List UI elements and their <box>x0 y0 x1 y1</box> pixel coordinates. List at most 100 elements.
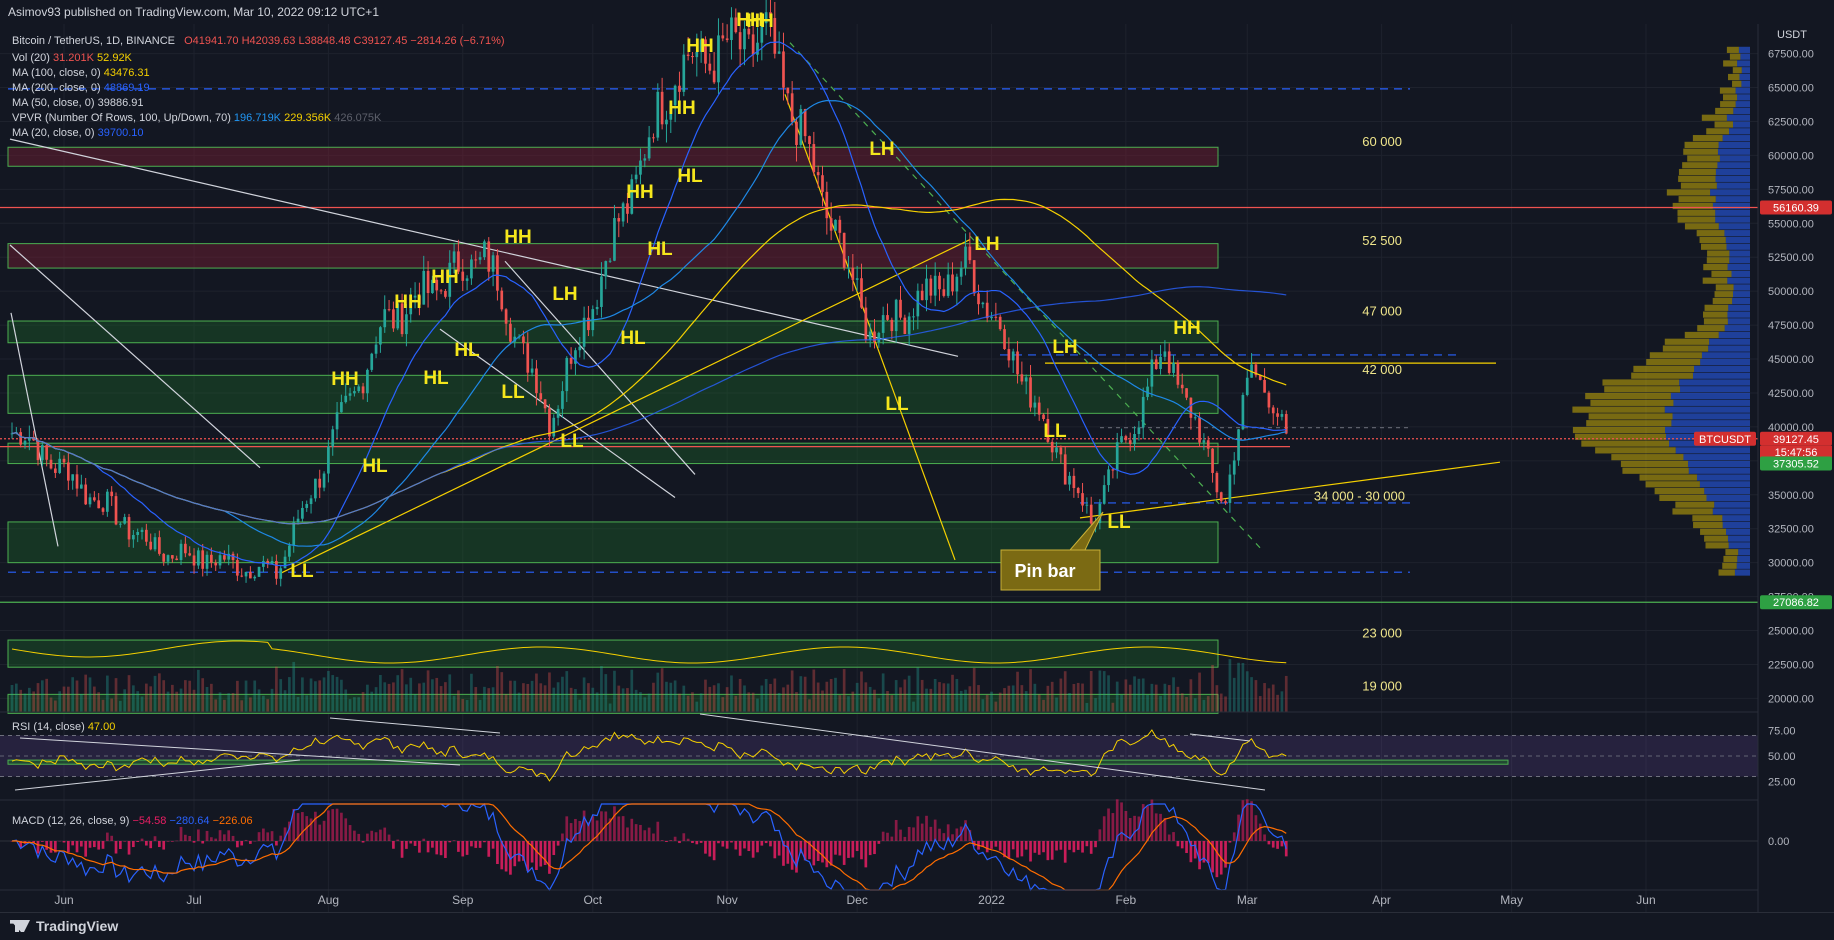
candle-body <box>1172 362 1175 373</box>
vpvr-up-bar <box>1738 46 1750 53</box>
candle-body <box>873 331 876 343</box>
volume-bar <box>71 677 75 712</box>
candle-body <box>933 275 937 296</box>
annotation-hl: HL <box>423 368 449 389</box>
volume-bar <box>201 678 205 712</box>
volume-bar <box>760 685 764 712</box>
candle-body <box>1029 377 1032 408</box>
candle-body <box>136 531 140 536</box>
candle-body <box>890 319 894 332</box>
volume-bar <box>405 684 408 712</box>
volume-bar <box>53 700 57 712</box>
macd-hist-bar <box>912 827 915 841</box>
volume-bar <box>574 689 577 712</box>
volume-bar <box>665 681 668 712</box>
volume-bar <box>998 692 1002 712</box>
volume-bar <box>292 661 296 712</box>
vpvr-down-bar <box>1639 474 1697 481</box>
macd-hist-bar <box>890 836 894 841</box>
volume-bar <box>400 669 404 712</box>
candle-body <box>621 203 625 222</box>
vpvr-down-bar <box>1700 243 1727 250</box>
volume-bar <box>1215 685 1219 712</box>
tradingview-logo[interactable]: TradingView <box>10 918 118 934</box>
macd-hist-bar <box>106 832 109 841</box>
macd-hist-bar <box>353 830 356 841</box>
macd-hist-bar <box>1254 815 1258 841</box>
time-label: Feb <box>1116 893 1137 907</box>
candle-body <box>1245 377 1249 395</box>
macd-hist-bar <box>405 841 408 849</box>
macd-hist-bar <box>907 826 911 841</box>
price-tick: 50000.00 <box>1768 286 1814 298</box>
macd-hist-bar <box>244 839 248 841</box>
candle-body <box>1111 469 1115 471</box>
volume-bar <box>725 687 729 712</box>
annotation-ll: LL <box>560 431 584 452</box>
macd-hist-bar <box>331 809 335 841</box>
vpvr-down-bar <box>1718 569 1735 576</box>
candle-body <box>218 555 222 566</box>
macd-hist-bar <box>1228 841 1232 843</box>
price-tick: 47500.00 <box>1768 320 1814 332</box>
candle-body <box>236 560 239 576</box>
macd-hist-bar <box>1037 841 1041 855</box>
vpvr-up-bar <box>1715 168 1750 176</box>
vpvr-up-bar <box>1680 386 1750 393</box>
candle-body <box>825 191 829 219</box>
volume-bar <box>119 700 122 712</box>
macd-hist-bar <box>756 841 759 853</box>
candle-body <box>951 274 954 292</box>
volume-bar <box>1128 684 1132 712</box>
macd-hist-bar <box>175 840 179 842</box>
macd-hist-bar <box>951 834 954 841</box>
volume-bar <box>283 690 287 712</box>
volume-bar <box>972 667 976 712</box>
vpvr-up-bar <box>1738 549 1750 556</box>
ma20-legend: MA (20, close, 0) 39700.10 <box>12 126 144 140</box>
vpvr-up-bar <box>1716 182 1750 189</box>
candle-body <box>860 278 863 308</box>
macd-hist-bar <box>582 810 586 841</box>
macd-hist-bar <box>439 841 443 856</box>
macd-line-value: −280.64 <box>169 815 210 827</box>
macd-hist-bar <box>535 841 538 870</box>
vpvr-up-bar <box>1731 270 1750 277</box>
macd-hist-bar <box>45 841 49 850</box>
vpvr-down-bar <box>1722 94 1738 101</box>
macd-hist-bar <box>1280 841 1284 847</box>
volume-bar <box>1250 677 1253 712</box>
volume-bar <box>1016 671 1019 712</box>
macd-hist-bar <box>747 841 751 852</box>
volume-bar <box>985 694 989 712</box>
volume-bar <box>296 697 300 712</box>
macd-hist-bar <box>279 835 283 841</box>
macd-hist-bar <box>600 811 603 841</box>
candle-body <box>964 246 967 268</box>
vpvr-up-bar <box>1675 447 1750 454</box>
candle-body <box>301 507 304 519</box>
macd-hist-bar <box>140 838 144 841</box>
macd-hist-bar <box>530 841 534 863</box>
macd-hist-bar <box>58 840 62 842</box>
candle-body <box>751 34 755 55</box>
volume-bar <box>868 686 872 712</box>
price-chart[interactable]: HHHHHHHHHHHHHHHHHHHHHLHLHLHLHLHLLHLHLHLH… <box>0 0 1834 912</box>
candle-body <box>955 276 959 292</box>
volume-bar <box>756 698 759 712</box>
candle-body <box>40 445 44 461</box>
vpvr-down-bar <box>1649 352 1702 359</box>
volume-bar <box>1241 662 1245 712</box>
macd-hist-bar <box>197 829 200 841</box>
price-tick: 32500.00 <box>1768 524 1814 536</box>
volume-bar <box>803 676 807 712</box>
volume-bar <box>448 674 452 712</box>
ma100-label: MA (100, close, 0) <box>12 67 101 79</box>
candle-body <box>1150 359 1154 387</box>
vpvr-up-bar <box>1739 73 1750 81</box>
volume-bar <box>1172 677 1175 712</box>
macd-hist-bar <box>929 826 933 841</box>
ma20-label: MA (20, close, 0) <box>12 127 95 139</box>
volume-bar <box>604 674 608 712</box>
volume-bar <box>708 686 712 712</box>
